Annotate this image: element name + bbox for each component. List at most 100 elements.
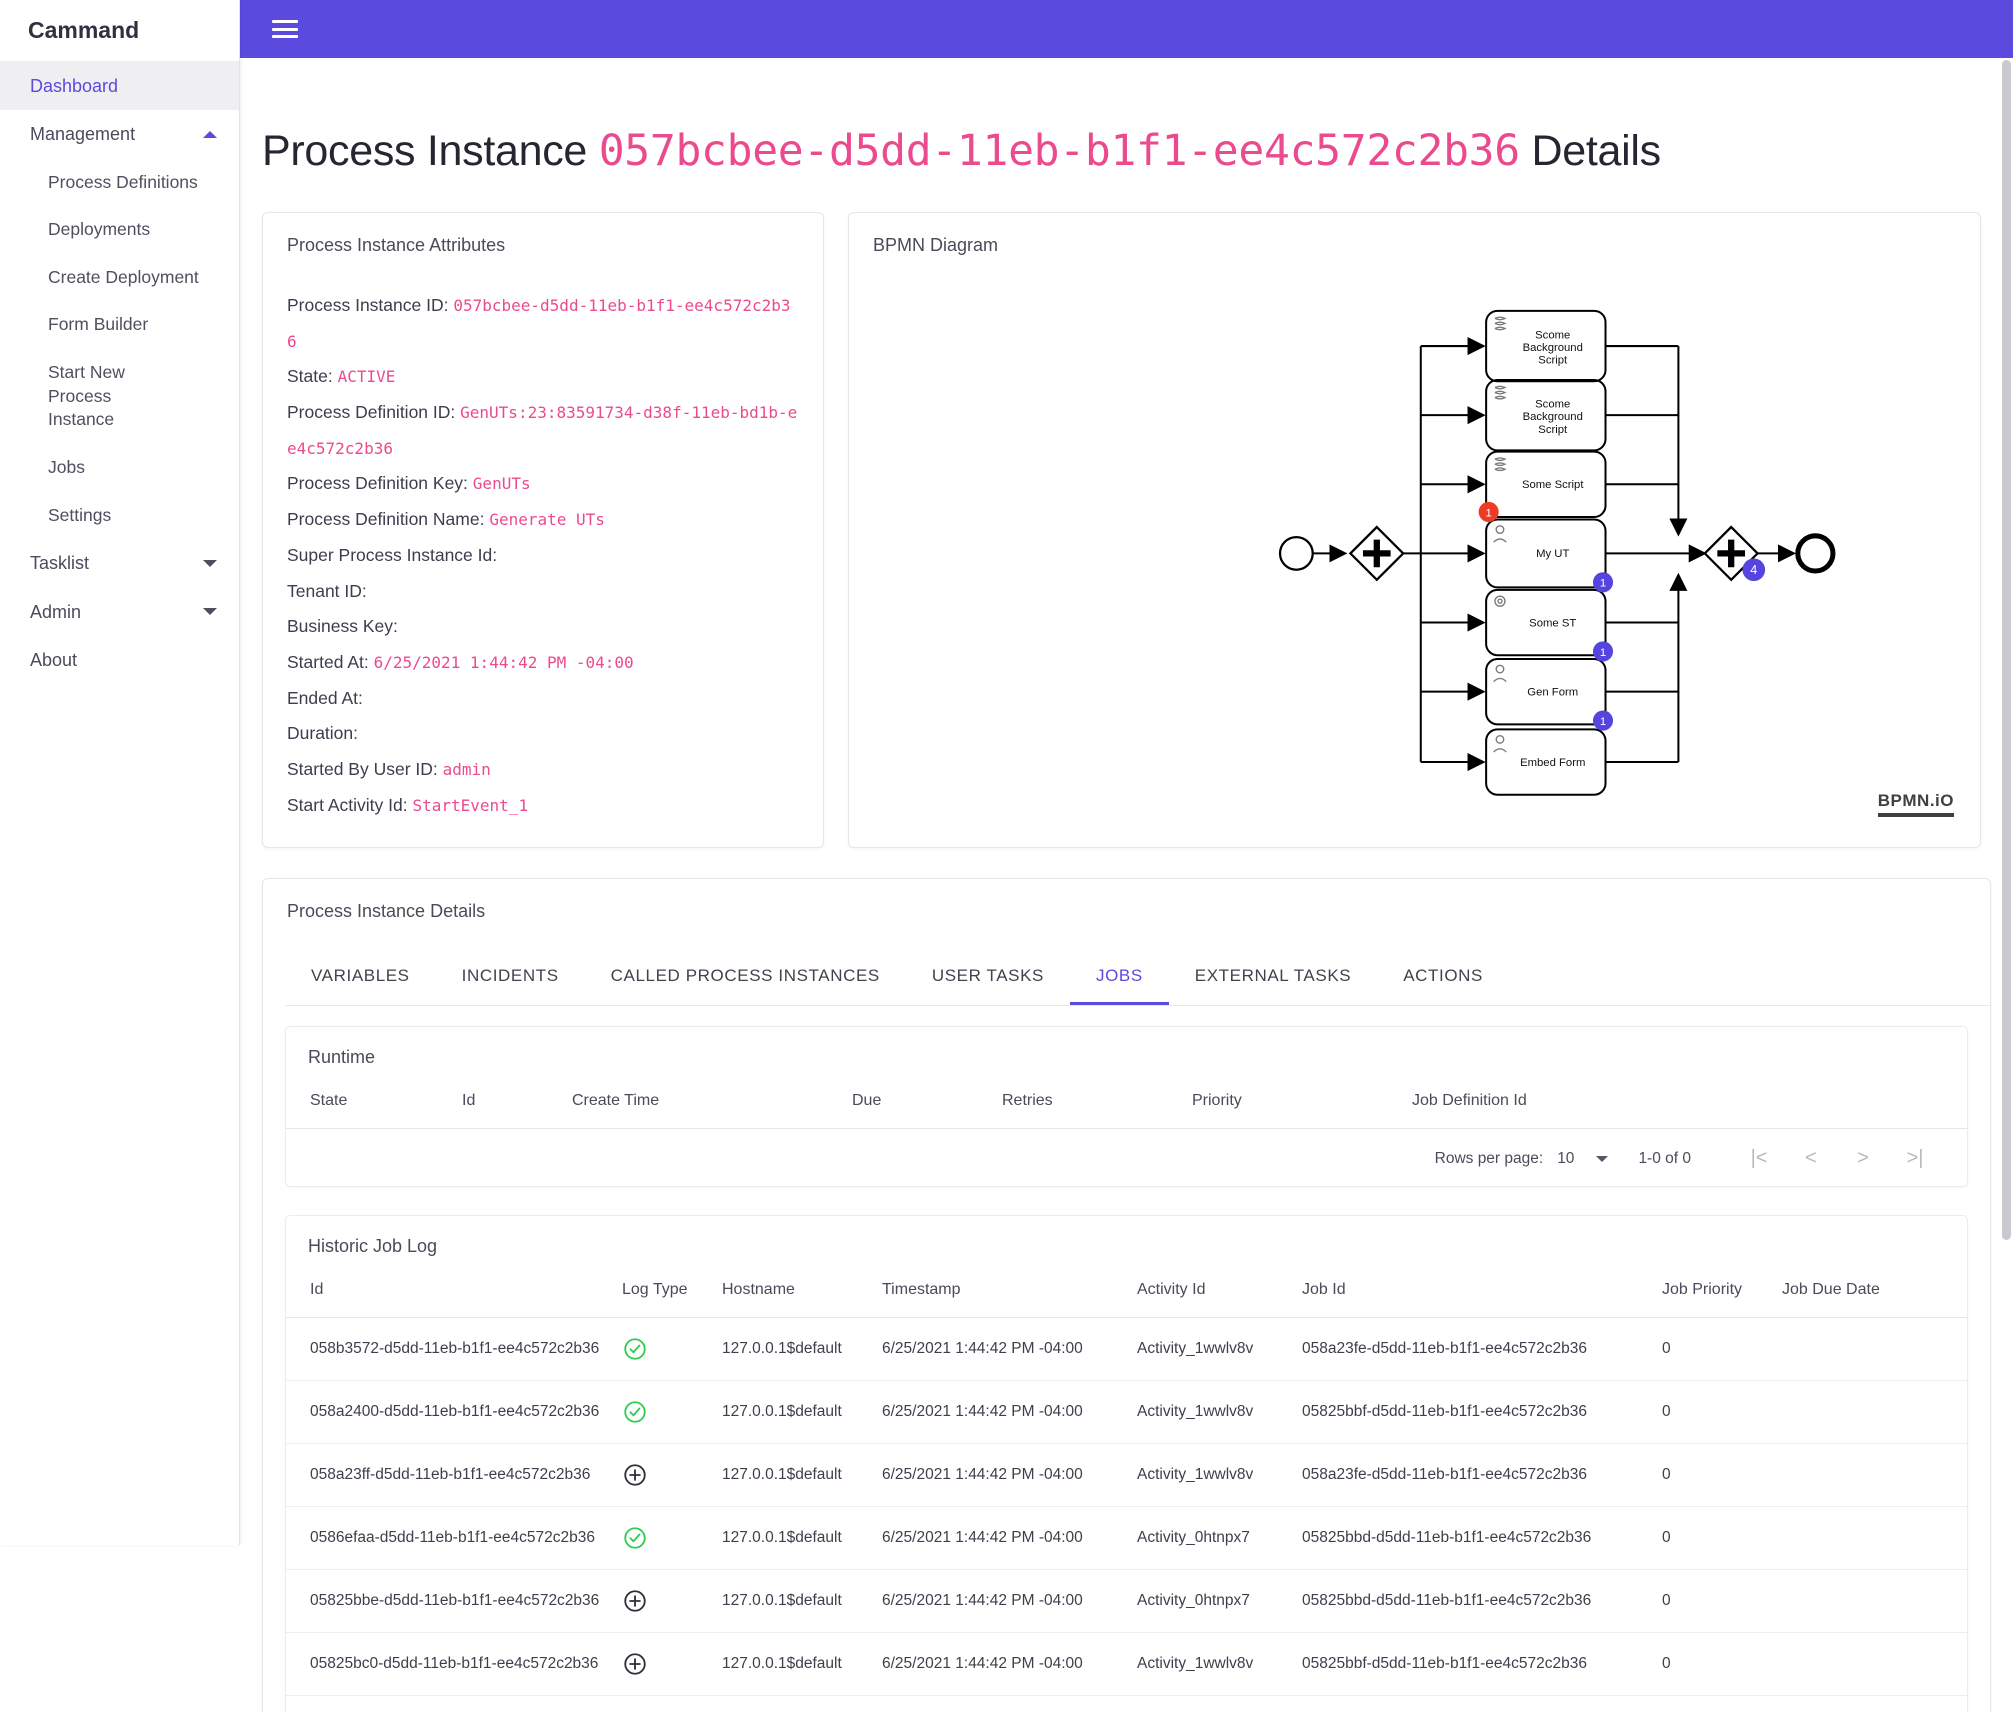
hamburger-icon[interactable] [272,20,298,38]
sidebar-item-tasklist[interactable]: Tasklist [0,539,239,587]
sidebar-item-create-deployment[interactable]: Create Deployment [0,254,239,302]
scrollbar-thumb[interactable] [2002,60,2011,1240]
sidebar-item-deployments[interactable]: Deployments [0,206,239,254]
cell-job-due-date [1776,1507,1967,1570]
cell-job-due-date [1776,1381,1967,1444]
bpmn-badge-gen-form: 1 [1593,710,1613,730]
next-page-icon[interactable]: > [1837,1147,1889,1170]
sidebar-item-admin[interactable]: Admin [0,588,239,636]
cell-hostname: 127.0.0.1$default [716,1381,876,1444]
svg-text:Background: Background [1523,411,1583,423]
rows-per-page-select[interactable]: 10 [1557,1150,1608,1168]
process-instance-details-card: Process Instance Details VARIABLES INCID… [262,878,1991,1712]
svg-text:Background: Background [1523,342,1583,354]
cell-id: 05825bbe-d5dd-11eb-b1f1-ee4c572c2b36 [286,1570,616,1633]
tab-variables[interactable]: VARIABLES [285,952,436,1005]
cell-timestamp: 6/25/2021 1:44:42 PM -04:00 [876,1507,1131,1570]
tab-user-tasks[interactable]: USER TASKS [906,952,1070,1005]
log-type-created-icon [622,1466,648,1483]
svg-text:Embed Form: Embed Form [1520,757,1585,769]
page-scrollbar[interactable] [2002,60,2011,1700]
tab-called-process-instances[interactable]: CALLED PROCESS INSTANCES [585,952,906,1005]
cell-job-id: 05825bbf-d5dd-11eb-b1f1-ee4c572c2b36 [1296,1633,1656,1696]
attribute-key: Ended At: [287,688,363,708]
cell-log-type [616,1633,716,1696]
sidebar-item-about[interactable]: About [0,636,239,684]
process-instance-attributes-card: Process Instance Attributes Process Inst… [262,212,824,848]
tab-external-tasks[interactable]: EXTERNAL TASKS [1169,952,1377,1005]
svg-text:4: 4 [1750,563,1757,577]
attribute-row: Start Activity Id: StartEvent_1 [287,788,799,824]
app-brand: Cammand [0,0,239,62]
historic-job-log-table-body: 058b3572-d5dd-11eb-b1f1-ee4c572c2b36127.… [286,1318,1967,1696]
details-tabs: VARIABLES INCIDENTS CALLED PROCESS INSTA… [285,952,1990,1006]
tab-incidents[interactable]: INCIDENTS [436,952,585,1005]
runtime-pagination: Rows per page: 10 1-0 of 0 |< < > >| [286,1129,1967,1186]
cell-job-id: 05825bbf-d5dd-11eb-b1f1-ee4c572c2b36 [1296,1381,1656,1444]
column-header-id: Id [286,1257,616,1318]
attributes-card-title: Process Instance Attributes [263,213,823,256]
cell-id: 058a23ff-d5dd-11eb-b1f1-ee4c572c2b36 [286,1444,616,1507]
table-row[interactable]: 05825bc0-d5dd-11eb-b1f1-ee4c572c2b36127.… [286,1633,1967,1696]
cell-id: 05825bc0-d5dd-11eb-b1f1-ee4c572c2b36 [286,1633,616,1696]
attribute-value: admin [443,760,491,779]
svg-text:1: 1 [1600,578,1606,590]
sidebar-item-form-builder[interactable]: Form Builder [0,301,239,349]
attribute-row: Started By User ID: admin [287,752,799,788]
column-header-retries: Retries [996,1068,1186,1129]
column-header-timestamp: Timestamp [876,1257,1131,1318]
log-type-success-icon [622,1529,648,1546]
last-page-icon[interactable]: >| [1889,1147,1941,1170]
svg-text:1: 1 [1600,647,1606,659]
cell-activity-id: Activity_0htnpx7 [1131,1507,1296,1570]
cell-activity-id: Activity_1wwlv8v [1131,1318,1296,1381]
cell-timestamp: 6/25/2021 1:44:42 PM -04:00 [876,1570,1131,1633]
sidebar-item-settings[interactable]: Settings [0,492,239,540]
attribute-value: Generate UTs [489,510,605,529]
sidebar-item-start-new-process-instance[interactable]: Start New Process Instance [0,349,190,444]
column-header-job-due-date: Job Due Date [1776,1257,1967,1318]
log-type-success-icon [622,1403,648,1420]
sidebar-item-management[interactable]: Management [0,110,239,158]
runtime-jobs-panel: Runtime State Id Create Time Due Retries… [285,1026,1968,1187]
table-row[interactable]: 0586efaa-d5dd-11eb-b1f1-ee4c572c2b36127.… [286,1507,1967,1570]
top-panels-row: Process Instance Attributes Process Inst… [262,212,2013,848]
sidebar-item-dashboard[interactable]: Dashboard [0,62,239,110]
details-card-title: Process Instance Details [263,879,1990,922]
attribute-key: Process Definition Key: [287,473,468,493]
cell-timestamp: 6/25/2021 1:44:42 PM -04:00 [876,1444,1131,1507]
column-header-create-time: Create Time [566,1068,846,1129]
bpmn-diagram-svg[interactable]: ScomeBackgroundScript ScomeBackgroundScr… [849,257,1980,847]
sidebar-item-process-definitions[interactable]: Process Definitions [0,159,239,207]
bpmn-io-logo: BPMN.iO [1878,791,1954,817]
table-row[interactable]: 058a23ff-d5dd-11eb-b1f1-ee4c572c2b36 127.… [286,1444,1967,1507]
historic-job-log-table: Id Log Type Hostname Timestamp Activity … [286,1257,1967,1696]
pagination-range: 1-0 of 0 [1638,1150,1691,1168]
attribute-row: Super Process Instance Id: [287,538,799,574]
attribute-value: GenUTs [473,474,531,493]
cell-hostname: 127.0.0.1$default [716,1444,876,1507]
historic-job-log-panel: Historic Job Log Id Log Type Hostname Ti… [285,1215,1968,1712]
runtime-jobs-table: State Id Create Time Due Retries Priorit… [286,1068,1967,1129]
bpmn-canvas[interactable]: ScomeBackgroundScript ScomeBackgroundScr… [849,257,1980,847]
table-row[interactable]: 05825bbe-d5dd-11eb-b1f1-ee4c572c2b36127.… [286,1570,1967,1633]
svg-text:Scome: Scome [1535,330,1570,342]
cell-hostname: 127.0.0.1$default [716,1507,876,1570]
attribute-key: Start Activity Id: [287,795,408,815]
first-page-icon[interactable]: |< [1733,1147,1785,1170]
attribute-value: 6/25/2021 1:44:42 PM -04:00 [374,653,634,672]
table-row[interactable]: 058a2400-d5dd-11eb-b1f1-ee4c572c2b36127.… [286,1381,1967,1444]
chevron-down-icon [1596,1156,1608,1162]
sidebar-item-label: Create Deployment [48,266,199,290]
cell-job-due-date [1776,1570,1967,1633]
sidebar-item-jobs[interactable]: Jobs [0,444,239,492]
previous-page-icon[interactable]: < [1785,1147,1837,1170]
attribute-key: Started By User ID: [287,759,438,779]
tab-jobs[interactable]: JOBS [1070,952,1169,1005]
cell-log-type [616,1507,716,1570]
top-app-bar [240,0,2013,58]
table-row[interactable]: 058b3572-d5dd-11eb-b1f1-ee4c572c2b36127.… [286,1318,1967,1381]
cell-timestamp: 6/25/2021 1:44:42 PM -04:00 [876,1381,1131,1444]
tab-actions[interactable]: ACTIONS [1377,952,1509,1005]
column-header-id: Id [456,1068,566,1129]
